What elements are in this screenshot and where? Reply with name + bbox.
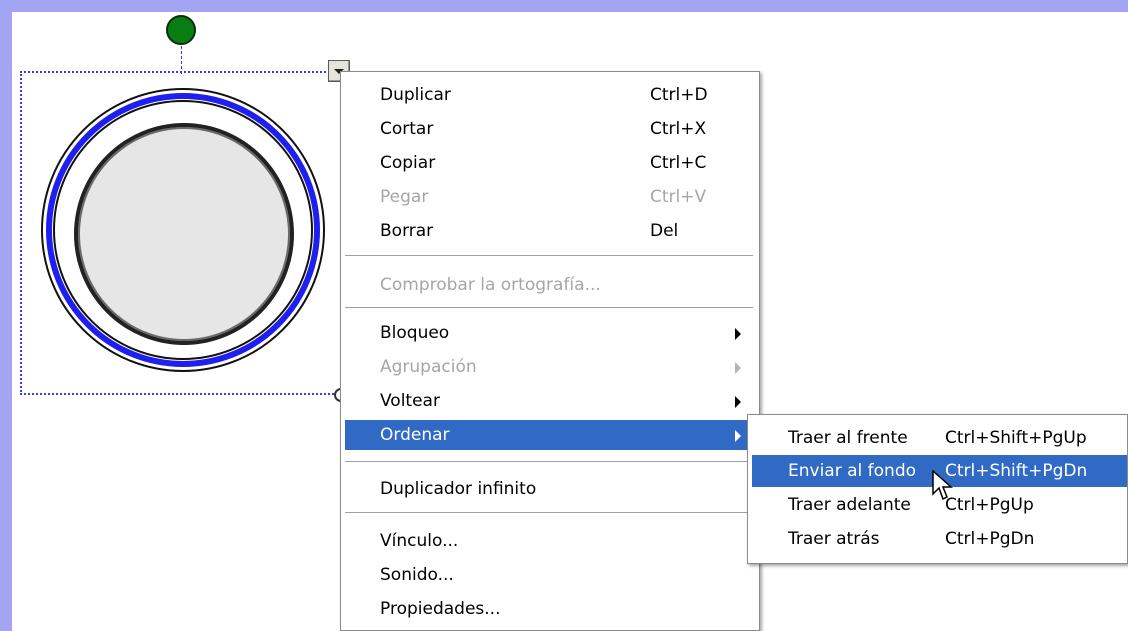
menu-item-label: Comprobar la ortografía... <box>380 275 601 295</box>
menu-item-duplicador-infinito[interactable]: Duplicador infinito <box>345 474 755 504</box>
selection-box[interactable] <box>20 71 350 395</box>
menu-item-cortar[interactable]: Cortar Ctrl+X <box>345 114 755 144</box>
menu-item-vinculo[interactable]: Vínculo... <box>345 526 755 556</box>
menu-item-label: Propiedades... <box>380 599 501 619</box>
menu-item-label: Traer atrás <box>788 529 880 549</box>
menu-separator <box>345 512 753 514</box>
menu-item-label: Enviar al fondo <box>788 461 917 481</box>
submenu-item-traer-atras[interactable]: Traer atrás Ctrl+PgDn <box>752 523 1127 555</box>
menu-item-label: Traer adelante <box>788 495 911 515</box>
menu-item-shortcut: Ctrl+Shift+PgDn <box>945 461 1088 481</box>
menu-item-bloqueo[interactable]: Bloqueo <box>345 318 755 348</box>
menu-item-label: Vínculo... <box>380 531 459 551</box>
arrow-cursor-icon <box>932 470 953 501</box>
menu-item-copiar[interactable]: Copiar Ctrl+C <box>345 148 755 178</box>
menu-item-shortcut: Del <box>650 221 679 241</box>
menu-item-label: Traer al frente <box>788 428 908 448</box>
menu-item-pegar[interactable]: Pegar Ctrl+V <box>345 182 755 212</box>
menu-item-label: Borrar <box>380 221 434 241</box>
menu-item-label: Sonido... <box>380 565 454 585</box>
menu-item-label: Voltear <box>380 391 440 411</box>
menu-item-label: Pegar <box>380 187 429 207</box>
menu-item-label: Bloqueo <box>380 323 450 343</box>
menu-item-label: Cortar <box>380 119 434 139</box>
menu-item-label: Agrupación <box>380 357 477 377</box>
menu-item-shortcut: Ctrl+PgDn <box>945 529 1035 549</box>
rotate-handle-icon[interactable] <box>166 15 196 45</box>
submenu-item-traer-al-frente[interactable]: Traer al frente Ctrl+Shift+PgUp <box>752 422 1127 454</box>
menu-item-duplicar[interactable]: Duplicar Ctrl+D <box>345 80 755 110</box>
chevron-right-icon <box>735 396 741 408</box>
menu-item-sonido[interactable]: Sonido... <box>345 560 755 590</box>
menu-item-label: Copiar <box>380 153 436 173</box>
menu-item-agrupacion[interactable]: Agrupación <box>345 352 755 382</box>
menu-item-comprobar-ortografia[interactable]: Comprobar la ortografía... <box>345 270 755 300</box>
chevron-right-icon <box>735 328 741 340</box>
menu-separator <box>345 255 753 257</box>
menu-item-shortcut: Ctrl+Shift+PgUp <box>945 428 1087 448</box>
menu-item-shortcut: Ctrl+D <box>650 85 708 105</box>
menu-item-shortcut: Ctrl+X <box>650 119 707 139</box>
menu-item-shortcut: Ctrl+C <box>650 153 707 173</box>
menu-item-label: Ordenar <box>380 425 450 445</box>
menu-item-label: Duplicar <box>380 85 451 105</box>
context-menu: Duplicar Ctrl+D Cortar Ctrl+X Copiar Ctr… <box>340 71 760 631</box>
menu-item-propiedades[interactable]: Propiedades... <box>345 594 755 624</box>
chevron-right-icon <box>735 362 741 374</box>
menu-item-shortcut: Ctrl+V <box>650 187 707 207</box>
menu-item-label: Duplicador infinito <box>380 479 537 499</box>
menu-item-borrar[interactable]: Borrar Del <box>345 216 755 246</box>
menu-separator <box>345 461 753 463</box>
menu-separator <box>345 307 753 309</box>
rotate-connector-line <box>181 46 182 74</box>
menu-item-shortcut: Ctrl+PgUp <box>945 495 1034 515</box>
menu-item-ordenar[interactable]: Ordenar <box>345 420 755 450</box>
chevron-right-icon <box>735 430 741 442</box>
menu-item-voltear[interactable]: Voltear <box>345 386 755 416</box>
